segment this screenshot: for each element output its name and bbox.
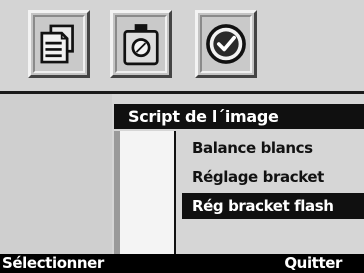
menu-title: Script de l´image (114, 104, 364, 129)
menu-area: Script de l´image Balance blancs Réglage… (0, 94, 364, 254)
document-list-button[interactable] (28, 10, 90, 78)
document-list-icon (40, 24, 74, 64)
camera-icon (123, 24, 159, 66)
select-softkey[interactable]: Sélectionner (2, 254, 104, 273)
left-panel (0, 94, 112, 254)
menu-panel: Script de l´image Balance blancs Réglage… (114, 104, 364, 254)
quit-softkey[interactable]: Quitter (284, 254, 342, 273)
checkmark-icon (206, 24, 246, 64)
device-screen: Script de l´image Balance blancs Réglage… (0, 0, 364, 273)
menu-item-bar (114, 131, 176, 254)
menu-item-reg-bracket-flash[interactable]: Rég bracket flash (182, 193, 364, 219)
menu-item-balance-blancs[interactable]: Balance blancs (182, 135, 364, 161)
menu-item-reglage-bracket[interactable]: Réglage bracket (182, 164, 364, 190)
camera-button[interactable] (110, 10, 172, 78)
toolbar (0, 0, 364, 91)
softkey-bar: Sélectionner Quitter (0, 254, 364, 273)
checkmark-button[interactable] (195, 10, 257, 78)
menu-item-bar-shadow (114, 131, 120, 254)
menu-list: Balance blancs Réglage bracket Rég brack… (114, 131, 364, 254)
